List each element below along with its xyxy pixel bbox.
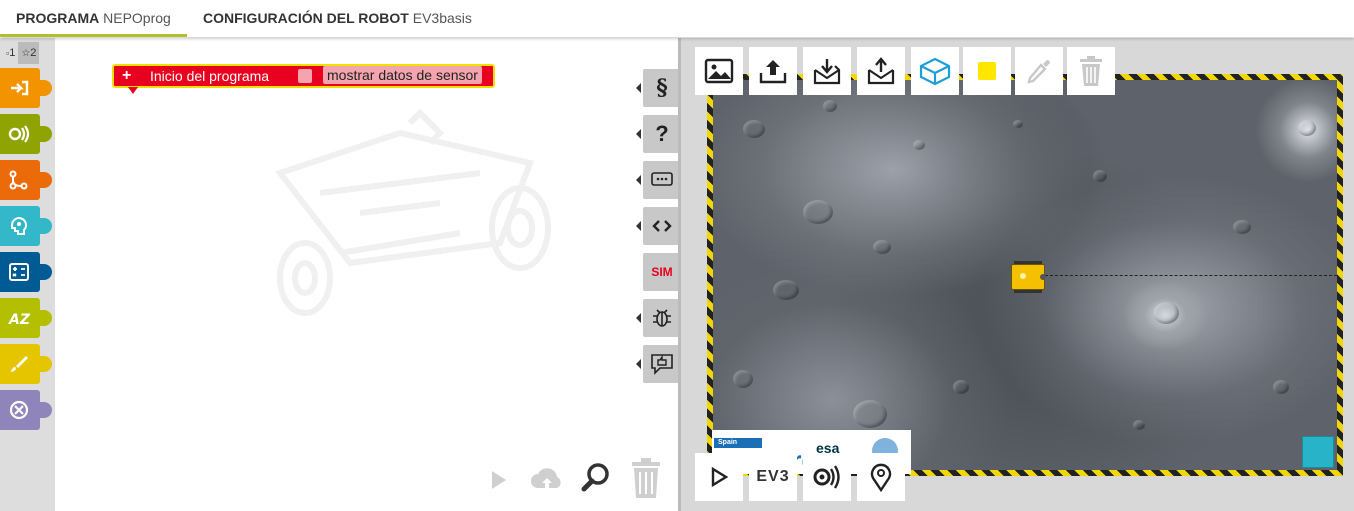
math-icon [9,263,29,281]
import-icon [867,57,895,85]
tab-program[interactable]: PROGRAMA NEPOprog [0,0,187,37]
simulation-icon: SIM [651,265,673,279]
text-icon: AZ [8,312,31,328]
sensor-data-checkbox[interactable] [298,69,312,83]
3d-cube-icon [919,57,951,86]
background-image-button[interactable] [695,47,743,95]
star-icon: ☆ [21,48,31,59]
save-cloud-icon[interactable] [529,464,565,494]
play-icon [711,466,729,488]
robot-info-button[interactable]: EV3 [749,453,797,501]
start-block-label: Inicio del programa [150,68,270,84]
zoom-reset-icon[interactable] [581,462,611,494]
variable-icon [9,400,29,420]
top-bar: PROGRAMA NEPOprog CONFIGURACIÓN DEL ROBO… [0,0,1354,37]
eyedropper-icon [1027,60,1050,84]
brush-icon [11,356,28,372]
tab-robot-config[interactable]: CONFIGURACIÓN DEL ROBOT EV3basis [203,0,472,37]
level-1-button[interactable]: ▫1 [3,42,18,64]
code-paragraph-icon: § [656,75,668,101]
program-name: NEPOprog [103,10,171,26]
block-toolbox: ▫1 ☆2 AZ [0,38,55,511]
program-start-block[interactable]: + Inicio del programa mostrar datos de s… [112,64,495,94]
ev3-label: EV3 [756,468,790,485]
color-square-icon [978,62,996,80]
logic-icon [11,217,27,235]
level-switch: ▫1 ☆2 [3,42,40,64]
side-tab-program-text[interactable]: § [636,69,681,107]
level-1-label: 1 [9,47,16,59]
blockly-workspace[interactable]: + Inicio del programa mostrar datos de s… [55,38,678,511]
category-colors[interactable] [0,344,52,384]
3d-view-button[interactable] [911,47,959,95]
sensor-icon [8,125,30,143]
arrow-left-icon [636,359,641,369]
category-control[interactable] [0,160,52,200]
simulation-scene[interactable] [707,74,1343,476]
help-icon: ? [655,121,669,146]
simulated-robot[interactable] [1011,261,1046,293]
location-pin-icon [870,463,892,492]
category-variables[interactable] [0,390,52,430]
download-button[interactable] [803,47,851,95]
category-sensors[interactable] [0,114,52,154]
color-select-button[interactable] [963,47,1011,95]
add-config-plus-icon[interactable]: + [122,67,131,85]
trash-icon [1080,56,1102,86]
level-2-label: 2 [30,47,37,59]
robot-config-name: EV3basis [412,10,472,26]
arrow-left-icon [636,313,641,323]
category-logic[interactable] [0,206,52,246]
bug-icon [653,309,671,327]
workspace-trash-icon[interactable] [627,456,665,500]
control-icon [9,170,28,190]
category-math[interactable] [0,252,52,292]
side-tab-feedback[interactable] [636,345,681,383]
arrow-left-icon [636,175,641,185]
robot-trace-line [1035,275,1337,276]
tab-program-label: PROGRAMA [16,10,100,26]
upload-button[interactable] [749,47,797,95]
goal-marker[interactable] [1302,436,1334,468]
arrow-left-icon [636,83,641,93]
eyedropper-button[interactable] [1015,47,1063,95]
svg-text:AZ: AZ [8,312,31,328]
image-icon [704,58,734,84]
side-tab-help[interactable]: ? [636,115,681,153]
sensor-icon [813,465,840,489]
side-tab-info[interactable] [636,161,681,199]
sim-play-button[interactable] [695,453,743,501]
download-icon [813,59,841,85]
upload-icon [759,60,787,84]
side-tab-source-code[interactable] [636,207,681,245]
side-tab-debug[interactable] [636,299,681,337]
reset-pose-button[interactable] [857,453,905,501]
action-icon [11,80,29,96]
robot-watermark-image [275,108,551,316]
block-connector-nub [128,87,138,94]
arrow-left-icon [636,221,641,231]
sim-delete-button[interactable] [1067,47,1115,95]
category-action[interactable] [0,68,52,108]
tab-config-label: CONFIGURACIÓN DEL ROBOT [203,10,409,26]
run-program-icon[interactable] [488,468,510,492]
feedback-icon [651,354,673,375]
level-2-button[interactable]: ☆2 [18,42,40,64]
comment-icon [651,172,673,186]
sensor-values-button[interactable] [803,453,851,501]
arrow-left-icon [636,129,641,139]
source-code-icon [652,220,672,232]
category-text[interactable]: AZ [0,298,52,338]
moon-background [713,80,1337,470]
import-button[interactable] [857,47,905,95]
side-tab-simulation[interactable]: SIM [643,253,687,291]
sensor-data-label: mostrar datos de sensor [323,66,482,84]
